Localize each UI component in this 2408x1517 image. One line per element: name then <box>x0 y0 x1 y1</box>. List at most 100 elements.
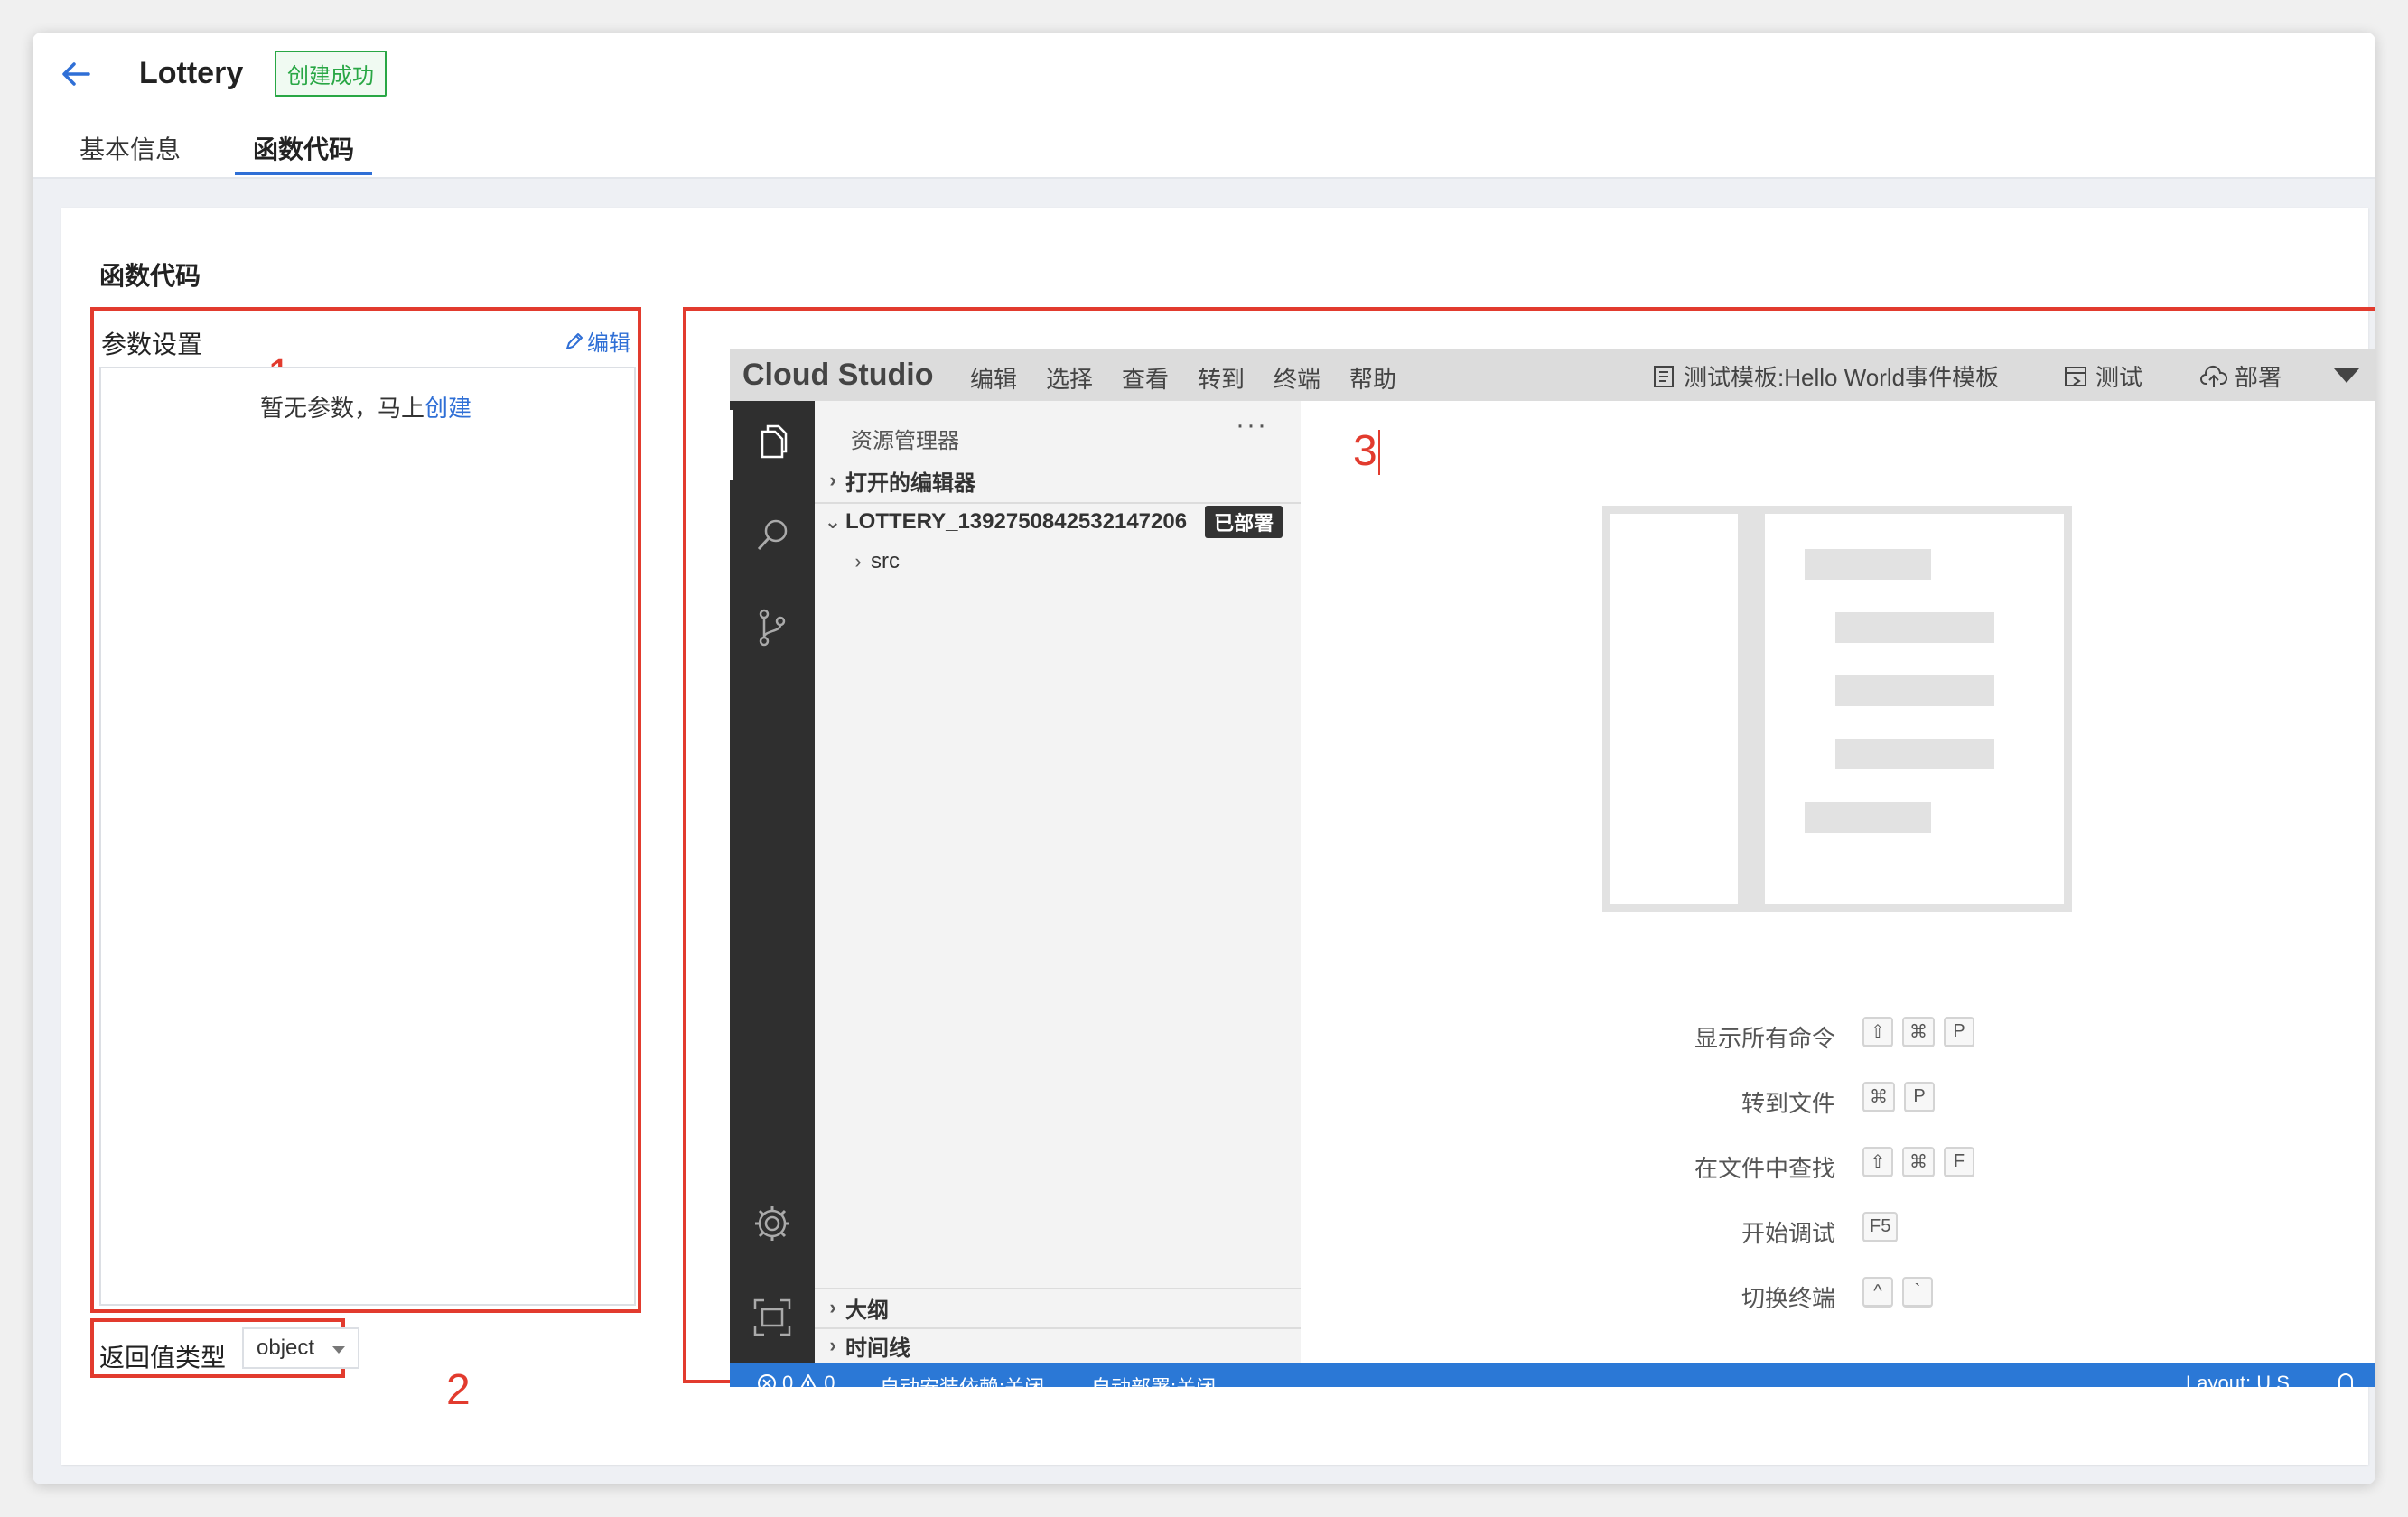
f-key: F <box>1944 1147 1974 1177</box>
shortcut-keys: ⇧ ⌘ P <box>1862 1017 1974 1047</box>
deployed-badge: 已部署 <box>1205 506 1283 538</box>
test-template-selector[interactable]: 测试模板:Hello World事件模板 <box>1651 359 1999 393</box>
problems-indicator[interactable]: 0 0 <box>757 1372 835 1387</box>
menu-view[interactable]: 查看 <box>1122 361 1169 395</box>
empty-params-text: 暂无参数，马上 <box>260 395 425 422</box>
ide-menubar: Cloud Studio 编辑 选择 查看 转到 终端 帮助 测试模板:Hell… <box>730 349 2375 401</box>
warning-count: 0 <box>824 1372 835 1387</box>
function-code-card: 函数代码 1 参数设置 编辑 暂无参数，马上创建 2 返回值类型 object <box>61 208 2375 1465</box>
shortcut-start-debugging: 开始调试 F5 <box>1301 1212 2375 1248</box>
page-title: Lottery <box>139 56 244 90</box>
shortcut-keys: ^ ` <box>1862 1277 1933 1308</box>
p-key: P <box>1944 1017 1974 1047</box>
warning-icon <box>800 1374 817 1387</box>
edit-label: 编辑 <box>587 331 630 356</box>
more-actions-button[interactable]: ··· <box>1236 410 1268 441</box>
more-dropdown-icon[interactable] <box>2334 368 2359 383</box>
menu-goto[interactable]: 转到 <box>1198 361 1245 395</box>
test-icon <box>2065 366 2086 386</box>
auto-deploy-toggle[interactable]: 自动部署:关闭 <box>1091 1372 1216 1387</box>
shortcut-show-all-commands: 显示所有命令 ⇧ ⌘ P <box>1301 1017 2375 1053</box>
caret-down-icon <box>332 1346 345 1354</box>
shortcut-go-to-file: 转到文件 ⌘ P <box>1301 1082 2375 1118</box>
control-key: ^ <box>1862 1277 1893 1308</box>
cloud-upload-icon <box>2200 365 2227 387</box>
error-count: 0 <box>782 1372 794 1387</box>
project-name: LOTTERY_1392750842532147206 <box>845 509 1188 534</box>
menu-terminal[interactable]: 终端 <box>1274 361 1321 395</box>
error-icon <box>758 1374 776 1387</box>
create-param-link[interactable]: 创建 <box>425 395 471 422</box>
menu-help[interactable]: 帮助 <box>1349 361 1396 395</box>
cloud-studio-ide: Cloud Studio 编辑 选择 查看 转到 终端 帮助 测试模板:Hell… <box>730 349 2375 1387</box>
open-editors-label: 打开的编辑器 <box>845 470 975 496</box>
params-list: 暂无参数，马上创建 <box>99 367 636 1306</box>
backtick-key: ` <box>1902 1277 1933 1308</box>
shortcut-find-in-files: 在文件中查找 ⇧ ⌘ F <box>1301 1147 2375 1183</box>
timeline-label: 时间线 <box>845 1336 910 1361</box>
page-header: Lottery 创建成功 基本信息 函数代码 <box>33 33 2375 179</box>
edit-params-button[interactable]: 编辑 <box>564 325 630 357</box>
annotation-number-3: 3 <box>1353 427 1377 475</box>
annotation-number-2: 2 <box>446 1366 471 1414</box>
chevron-down-icon: ⌄ <box>824 510 842 533</box>
shortcut-keys: F5 <box>1862 1212 1899 1242</box>
active-tab-indicator <box>235 172 372 175</box>
editor-watermark-logo <box>1602 506 2072 912</box>
shortcut-label: 转到文件 <box>1741 1090 1835 1117</box>
fullscreen-icon[interactable] <box>750 1295 795 1340</box>
settings-gear-icon[interactable] <box>750 1201 795 1246</box>
shift-key: ⇧ <box>1862 1147 1893 1177</box>
keyboard-layout[interactable]: Layout: U.S. <box>2186 1372 2295 1387</box>
outline-label: 大纲 <box>845 1298 889 1323</box>
activity-bar <box>730 401 815 1363</box>
explorer-files-icon[interactable] <box>750 421 795 466</box>
back-arrow-icon[interactable] <box>58 56 94 92</box>
test-label: 测试 <box>2095 364 2143 391</box>
menu-select[interactable]: 选择 <box>1046 361 1093 395</box>
tab-function-code[interactable]: 函数代码 <box>253 130 354 166</box>
chevron-right-icon: › <box>829 1296 836 1318</box>
shortcut-label: 在文件中查找 <box>1694 1155 1835 1182</box>
open-editors-section[interactable]: › 打开的编辑器 <box>815 462 1306 498</box>
src-folder-label: src <box>871 549 900 573</box>
command-key: ⌘ <box>1862 1082 1895 1112</box>
auto-install-toggle[interactable]: 自动安装依赖:关闭 <box>880 1372 1044 1387</box>
search-icon[interactable] <box>750 513 795 558</box>
shortcut-keys: ⌘ P <box>1862 1082 1935 1112</box>
return-type-select[interactable]: object <box>242 1327 359 1369</box>
template-icon <box>1654 365 1674 387</box>
test-button[interactable]: 测试 <box>2063 359 2142 393</box>
menu-edit[interactable]: 编辑 <box>970 361 1017 395</box>
deploy-button[interactable]: 部署 <box>2200 359 2282 393</box>
ide-logo: Cloud Studio <box>742 358 934 392</box>
explorer-title: 资源管理器 <box>851 429 959 453</box>
notification-bell-icon[interactable] <box>2334 1371 2357 1387</box>
editor-area[interactable]: 3 显示所有命令 ⇧ ⌘ P 转到文件 ⌘ P 在文件中查找 ⇧ ⌘ F 开始调… <box>1301 401 2375 1363</box>
params-title: 参数设置 <box>101 330 203 358</box>
app-window: Lottery 创建成功 基本信息 函数代码 函数代码 1 参数设置 编辑 暂无… <box>33 33 2375 1484</box>
explorer-sidebar: 资源管理器 ··· › 打开的编辑器 ⌄ LOTTERY_13927508425… <box>815 401 1301 1363</box>
shortcut-toggle-terminal: 切换终端 ^ ` <box>1301 1277 2375 1313</box>
text-cursor <box>1378 430 1380 475</box>
section-title: 函数代码 <box>99 262 201 290</box>
tab-basic-info[interactable]: 基本信息 <box>79 130 181 166</box>
status-bar: 0 0 自动安装依赖:关闭 自动部署:关闭 Layout: U.S. <box>730 1363 2375 1387</box>
outline-section[interactable]: › 大纲 <box>815 1289 1306 1326</box>
shortcut-keys: ⇧ ⌘ F <box>1862 1147 1974 1177</box>
timeline-section[interactable]: › 时间线 <box>815 1327 1306 1363</box>
active-view-indicator <box>730 410 733 480</box>
return-type-label: 返回值类型 <box>99 1344 227 1372</box>
shortcut-label: 开始调试 <box>1741 1220 1835 1247</box>
empty-params-hint: 暂无参数，马上创建 <box>260 390 471 423</box>
test-template-label: 测试模板:Hello World事件模板 <box>1684 364 2000 391</box>
chevron-right-icon: › <box>854 550 862 572</box>
src-folder-row[interactable]: › src <box>815 544 1331 580</box>
shortcut-label: 显示所有命令 <box>1694 1025 1835 1052</box>
project-folder-row[interactable]: ⌄ LOTTERY_1392750842532147206 已部署 <box>815 504 1306 540</box>
pencil-icon <box>566 332 583 349</box>
f5-key: F5 <box>1862 1212 1899 1242</box>
command-key: ⌘ <box>1902 1017 1935 1047</box>
chevron-right-icon: › <box>829 469 836 491</box>
source-control-icon[interactable] <box>750 605 795 650</box>
